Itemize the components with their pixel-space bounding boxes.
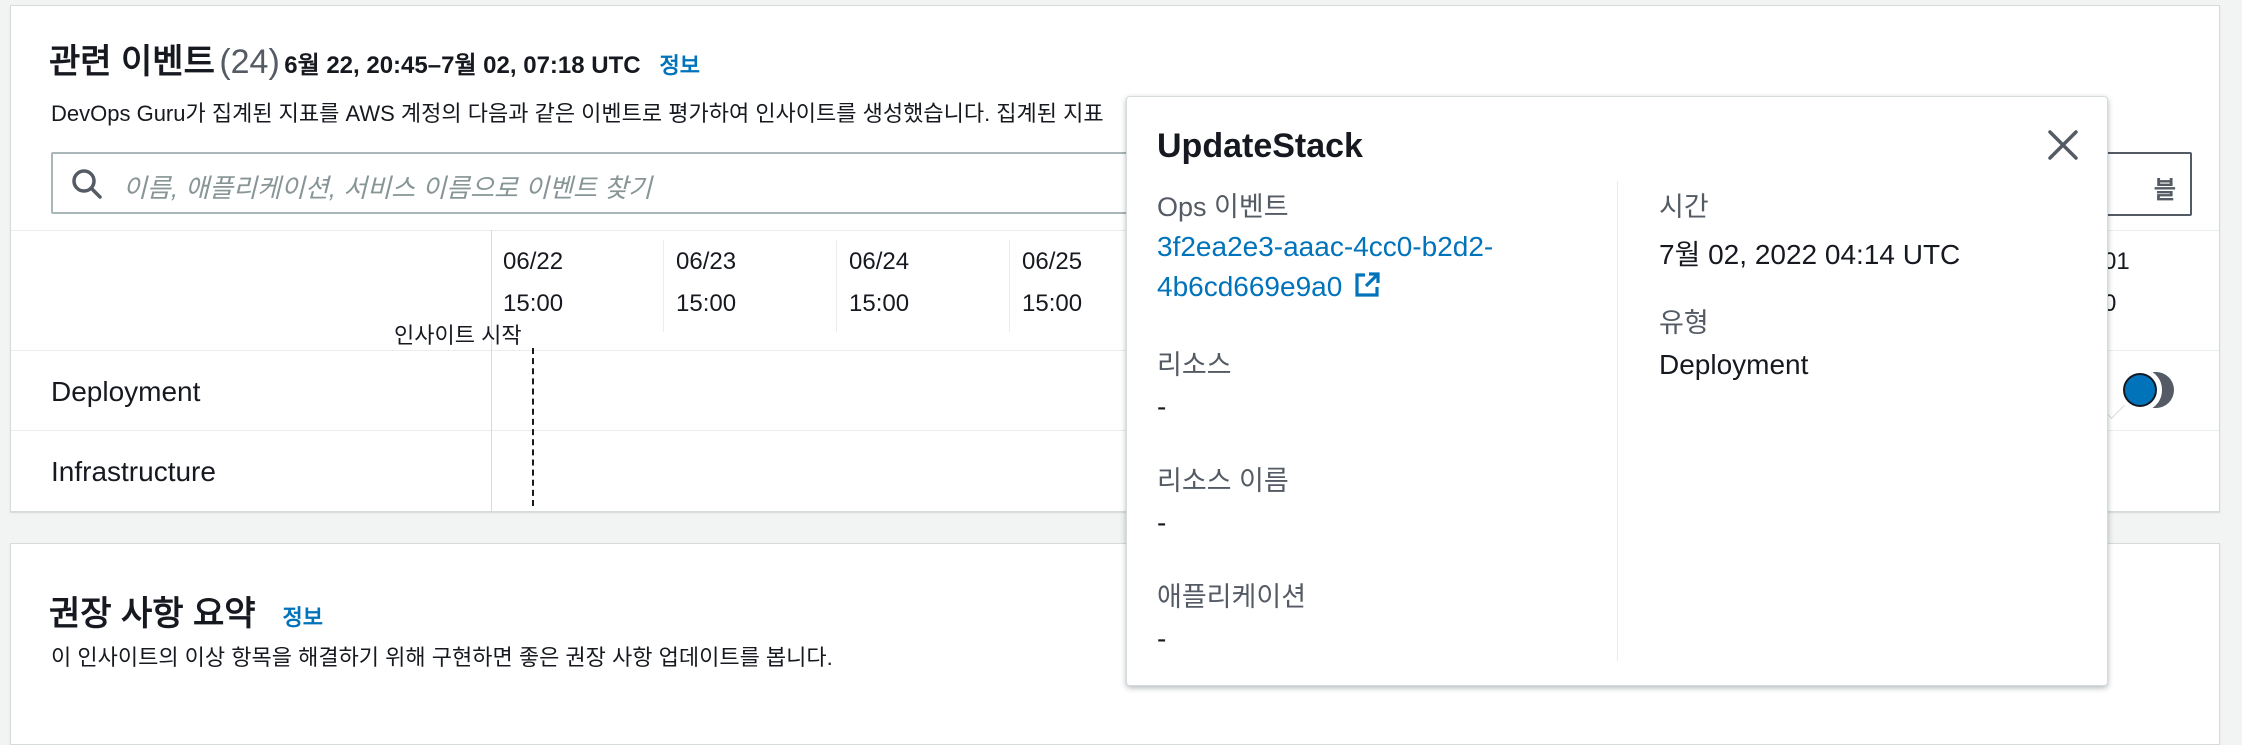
timeline-row-infrastructure: Infrastructure — [51, 456, 216, 487]
tick-time: 15:00 — [849, 290, 910, 317]
events-title: 관련 이벤트 — [49, 43, 215, 81]
timeline-row-deployment: Deployment — [51, 376, 201, 407]
recommendations-info-link[interactable]: 정보 — [282, 605, 322, 630]
external-link-icon — [1355, 272, 1380, 297]
recommendations-header: 권장 사항 요약 정보 — [49, 586, 323, 635]
resource-value: - — [1157, 391, 1167, 422]
ops-event-id-line1: 3f2ea2e3-aaac-4cc0-b2d2- — [1157, 231, 1494, 262]
time-value: 7월 02, 2022 04:14 UTC — [1659, 239, 1961, 270]
time-label: 시간 — [1659, 192, 1709, 222]
search-placeholder: 이름, 애플리케이션, 서비스 이름으로 이벤트 찾기 — [123, 173, 652, 203]
tick-date: 06/25 — [1022, 248, 1083, 275]
tick-time: 15:00 — [503, 290, 564, 317]
timeline-tick: 06/22 15:00 — [503, 248, 563, 318]
events-date-range: 6월 22, 20:45–7월 02, 07:18 UTC — [284, 52, 641, 79]
tick-divider — [1009, 240, 1010, 332]
events-count: (24) — [219, 43, 280, 81]
resource-name-value: - — [1157, 507, 1167, 538]
tick-time: 15:00 — [1022, 290, 1083, 317]
insight-start-line — [532, 348, 534, 506]
events-header: 관련 이벤트 (24) 6월 22, 20:45–7월 02, 07:18 UT… — [49, 34, 700, 83]
popover-column-divider — [1617, 181, 1618, 661]
timeline-tick: 06/23 15:00 — [676, 248, 736, 318]
events-description: DevOps Guru가 집계된 지표를 AWS 계정의 다음과 같은 이벤트로… — [51, 101, 1104, 126]
recommendations-title: 권장 사항 요약 — [49, 595, 256, 633]
search-icon — [72, 169, 102, 199]
recommendations-description: 이 인사이트의 이상 항목을 해결하기 위해 구현하면 좋은 권장 사항 업데이… — [51, 645, 833, 670]
application-value: - — [1157, 623, 1167, 654]
insight-start-label: 인사이트 시작 — [394, 323, 522, 348]
tick-date: 06/23 — [676, 248, 737, 275]
ops-event-link[interactable]: 3f2ea2e3-aaac-4cc0-b2d2- 4b6cd669e9a0 — [1157, 231, 1493, 303]
resource-label: 리소스 — [1157, 350, 1232, 380]
timeline-label-divider — [491, 230, 492, 512]
resource-name-label: 리소스 이름 — [1157, 466, 1289, 496]
events-info-link[interactable]: 정보 — [660, 53, 700, 78]
timeline-tick: 06/25 15:00 — [1022, 248, 1082, 318]
event-search-input[interactable]: 이름, 애플리케이션, 서비스 이름으로 이벤트 찾기 — [51, 152, 1255, 214]
application-label: 애플리케이션 — [1157, 582, 1307, 612]
ops-event-id-line2: 4b6cd669e9a0 — [1157, 271, 1343, 302]
tick-date: 06/24 — [849, 248, 910, 275]
type-value: Deployment — [1659, 349, 1809, 380]
popover-title: UpdateStack — [1157, 127, 1363, 165]
event-details-popover: UpdateStack Ops 이벤트 3f2ea2e3-aaac-4cc0-b… — [1126, 96, 2108, 686]
ops-event-label: Ops 이벤트 — [1157, 192, 1289, 222]
close-icon[interactable] — [2045, 127, 2081, 163]
filter-button-label: 블 — [2153, 177, 2176, 204]
filter-button[interactable]: 블 — [2106, 152, 2192, 216]
timeline-tick: 06/24 15:00 — [849, 248, 909, 318]
type-label: 유형 — [1659, 308, 1709, 338]
tick-divider — [663, 240, 664, 332]
tick-date: 06/22 — [503, 248, 564, 275]
tick-divider — [836, 240, 837, 332]
tick-time: 15:00 — [676, 290, 737, 317]
